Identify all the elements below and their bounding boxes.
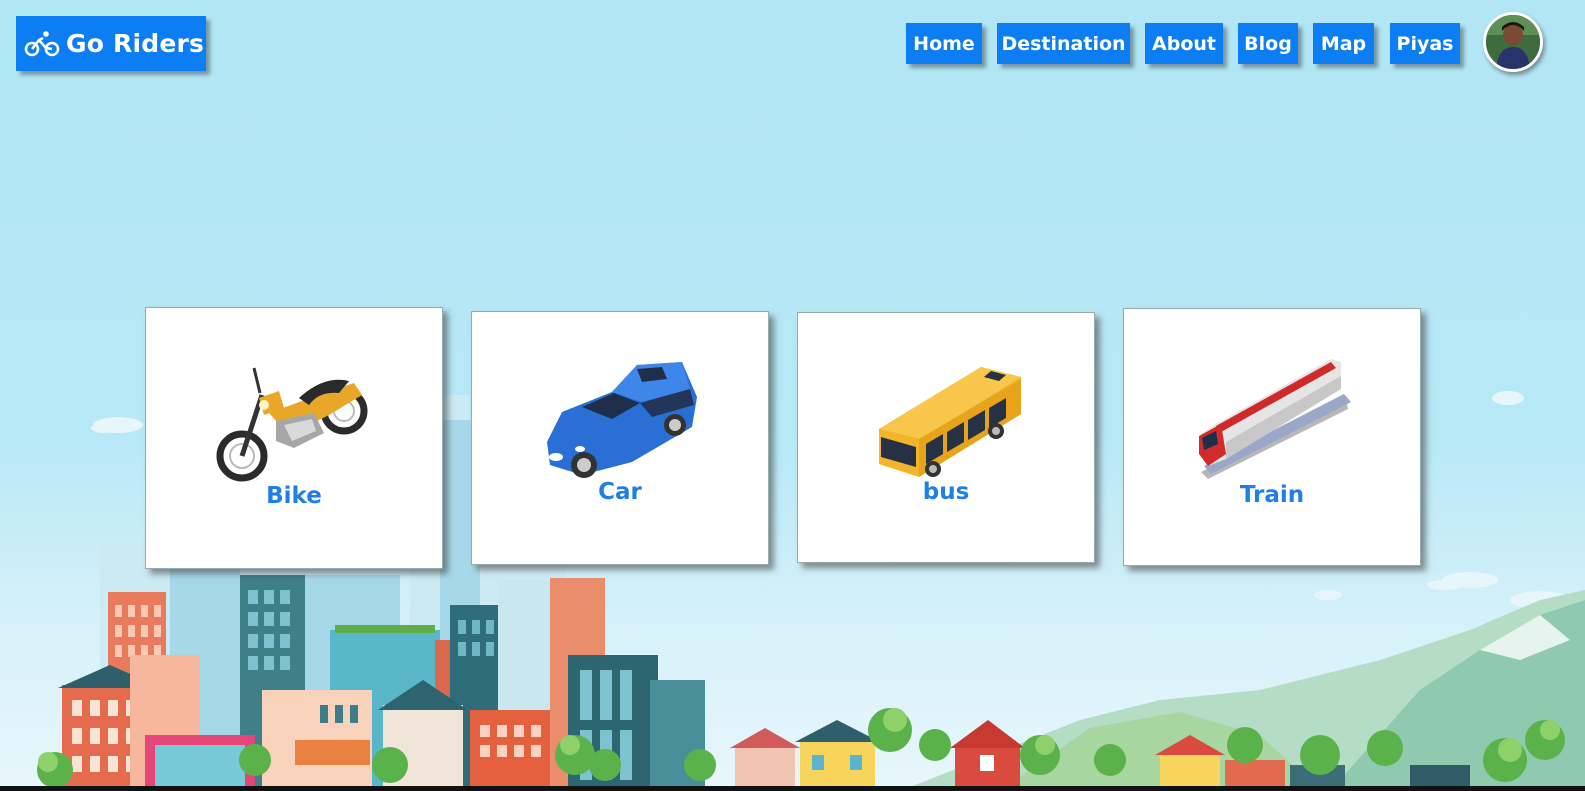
vehicle-label-bike: Bike bbox=[266, 483, 322, 509]
vehicle-card-bus[interactable]: bus bbox=[797, 312, 1095, 563]
vehicle-card-bike[interactable]: Bike bbox=[145, 307, 443, 569]
car-icon bbox=[547, 362, 697, 478]
bus-icon bbox=[879, 367, 1021, 477]
nav-about[interactable]: About bbox=[1145, 23, 1223, 64]
nav-destination[interactable]: Destination bbox=[997, 23, 1130, 64]
vehicle-label-bus: bus bbox=[922, 479, 970, 505]
vehicle-card-train[interactable]: Train bbox=[1123, 308, 1421, 566]
avatar-photo bbox=[1486, 15, 1540, 69]
motorcycle-icon bbox=[216, 367, 368, 482]
train-icon bbox=[1199, 359, 1351, 479]
user-avatar[interactable] bbox=[1483, 12, 1543, 72]
vehicle-label-car: Car bbox=[598, 479, 642, 505]
nav-user-piyas[interactable]: Piyas bbox=[1390, 23, 1460, 64]
nav-blog[interactable]: Blog bbox=[1238, 23, 1298, 64]
nav-map[interactable]: Map bbox=[1313, 23, 1374, 64]
vehicle-label-train: Train bbox=[1239, 482, 1305, 508]
nav-home[interactable]: Home bbox=[906, 23, 982, 64]
vehicle-card-car[interactable]: Car bbox=[471, 311, 769, 565]
top-navigation: Home Destination About Blog Map Piyas bbox=[0, 23, 1585, 64]
